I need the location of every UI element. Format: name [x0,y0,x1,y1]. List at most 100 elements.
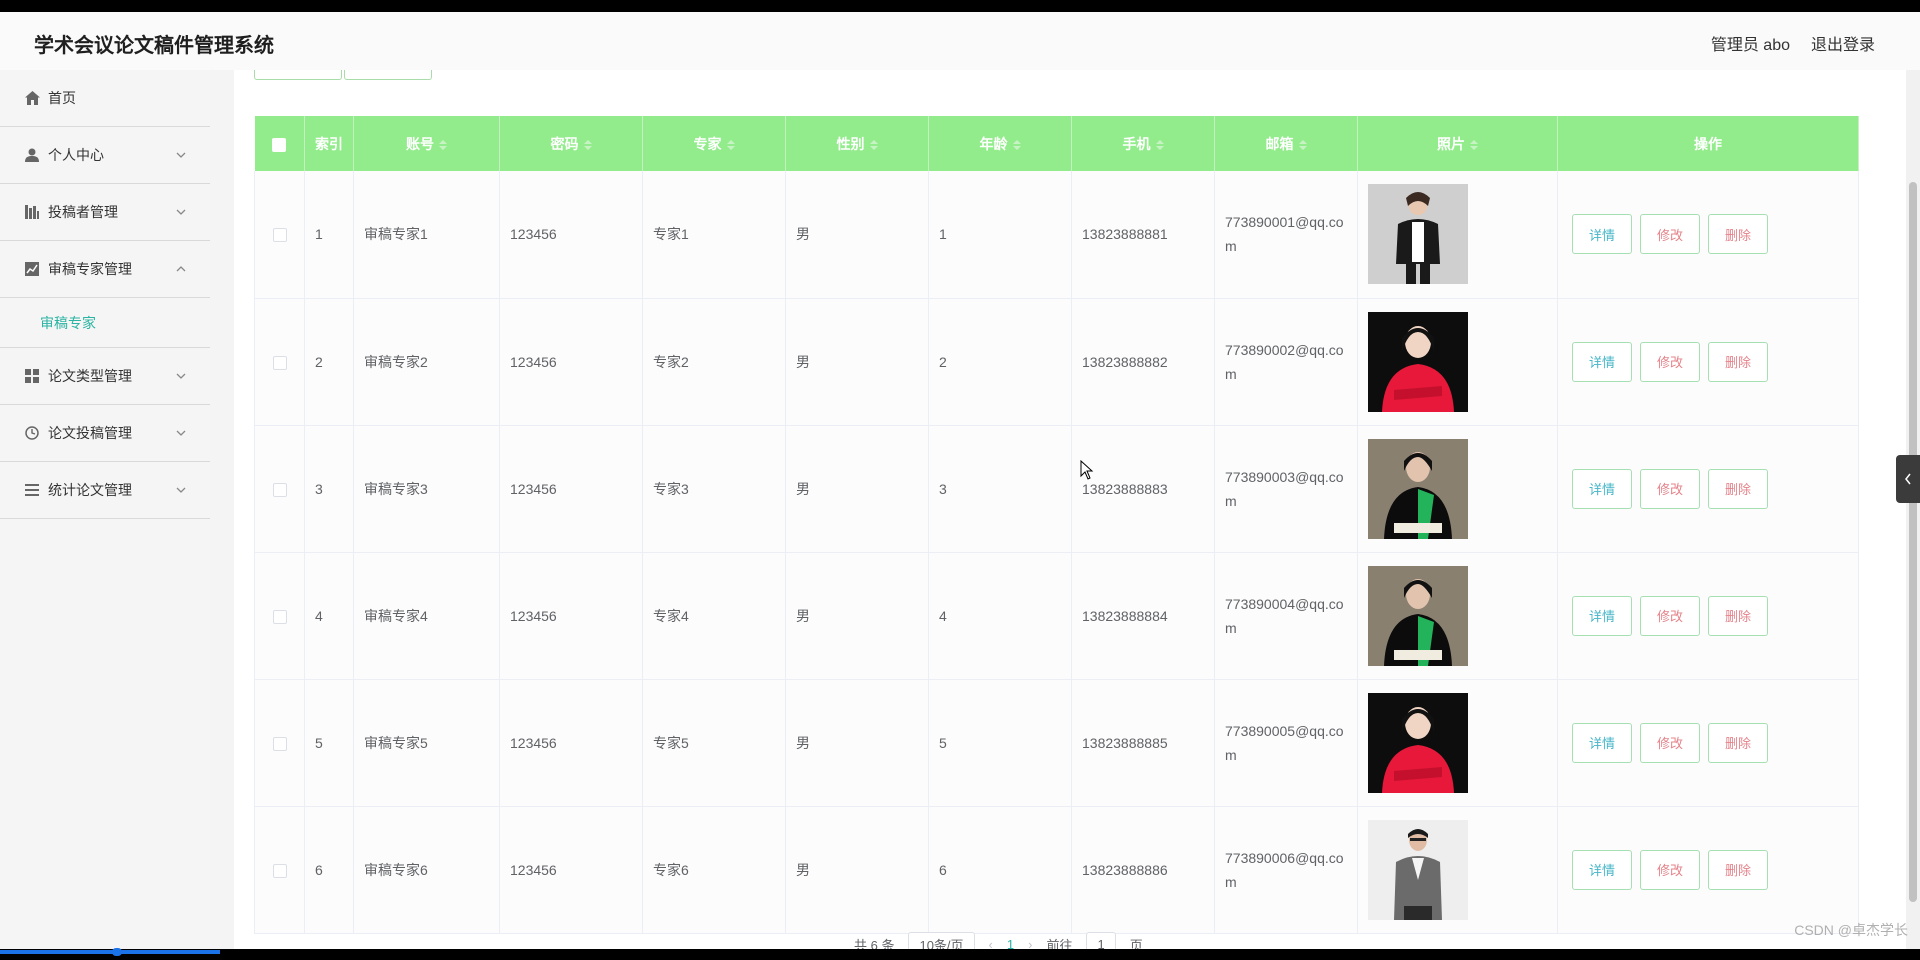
scrollbar-thumb[interactable] [1909,182,1917,902]
delete-button[interactable]: 删除 [1708,341,1768,382]
cell-gender: 男 [785,171,929,299]
column-header-expert[interactable]: 专家 [642,116,786,171]
column-header-gender[interactable]: 性别 [785,116,929,171]
sort-icon[interactable] [726,139,735,150]
cell-account: 审稿专家3 [353,425,500,553]
row-select-cell[interactable] [254,425,305,553]
edit-button[interactable]: 修改 [1640,214,1700,255]
cell-email: 773890005@qq.com [1214,679,1358,807]
select-all-header[interactable] [254,116,305,171]
delete-button[interactable]: 删除 [1708,214,1768,255]
goto-page-input[interactable]: 1 [1086,932,1116,949]
table-row: 5 审稿专家5 123456 专家5 男 5 13823888885 773890005@qq… [254,679,1859,807]
next-page-icon[interactable]: › [1028,937,1032,950]
detail-button[interactable]: 详情 [1572,849,1632,890]
row-checkbox[interactable] [272,863,287,878]
row-checkbox[interactable] [272,482,287,497]
sidebar-item-authors[interactable]: 投稿者管理 [0,184,210,241]
cell-index: 6 [304,806,354,934]
column-header-account[interactable]: 账号 [353,116,500,171]
taskbar-indicator [112,948,122,956]
column-header-password[interactable]: 密码 [499,116,643,171]
cell-expert: 专家5 [642,679,786,807]
user-icon [24,147,40,163]
cell-photo [1357,679,1558,807]
sort-icon[interactable] [1298,139,1307,150]
cell-actions: 详情 修改 删除 [1557,679,1859,807]
row-select-cell[interactable] [254,298,305,426]
detail-button[interactable]: 详情 [1572,595,1632,636]
edit-button[interactable]: 修改 [1640,468,1700,509]
expert-photo [1368,184,1468,285]
column-header-photo[interactable]: 照片 [1357,116,1558,171]
sidebar-item-personal[interactable]: 个人中心 [0,127,210,184]
cell-password: 123456 [499,806,643,934]
page-scrollbar[interactable] [1906,70,1920,949]
column-header-email[interactable]: 邮箱 [1214,116,1358,171]
toolbar-button[interactable] [344,70,432,80]
sort-icon[interactable] [1470,139,1478,150]
column-header-age[interactable]: 年龄 [928,116,1072,171]
sidebar-item-statistics[interactable]: 统计论文管理 [0,462,210,519]
sort-icon[interactable] [1155,139,1164,150]
cell-password: 123456 [499,298,643,426]
sidebar-item-home[interactable]: 首页 [0,70,210,127]
delete-button[interactable]: 删除 [1708,595,1768,636]
detail-button[interactable]: 详情 [1572,214,1632,255]
email-text: 773890002@qq.com [1225,341,1344,382]
row-checkbox[interactable] [272,609,287,624]
row-select-cell[interactable] [254,806,305,934]
sidebar-subitem-reviewer[interactable]: 审稿专家 [0,298,210,348]
sidebar-item-label: 首页 [48,90,76,106]
table-header-row: 索引 账号 密码 专家 性别 年龄 手机 邮箱 照片 操作 [254,116,1859,171]
row-checkbox[interactable] [272,228,287,243]
sort-icon[interactable] [869,139,878,150]
edit-button[interactable]: 修改 [1640,722,1700,763]
sidebar-item-reviewers[interactable]: 审稿专家管理 [0,241,210,298]
row-checkbox[interactable] [272,736,287,751]
sort-icon[interactable] [583,139,592,150]
detail-button[interactable]: 详情 [1572,468,1632,509]
cell-age: 3 [928,425,1072,553]
delete-button[interactable]: 删除 [1708,849,1768,890]
row-select-cell[interactable] [254,552,305,680]
row-checkbox[interactable] [272,355,287,370]
sort-icon[interactable] [1012,139,1021,150]
row-select-cell[interactable] [254,171,305,299]
edit-button[interactable]: 修改 [1640,595,1700,636]
email-text: 773890001@qq.com [1225,214,1344,255]
sidebar-item-submissions[interactable]: 论文投稿管理 [0,405,210,462]
sort-icon[interactable] [439,139,447,150]
sidebar-item-paper-types[interactable]: 论文类型管理 [0,348,210,405]
cell-actions: 详情 修改 删除 [1557,425,1859,553]
logout-link[interactable]: 退出登录 [1811,31,1875,55]
edit-button[interactable]: 修改 [1640,849,1700,890]
cell-expert: 专家1 [642,171,786,299]
app-window: 学术会议论文稿件管理系统 管理员 abo 退出登录 首页 个人中心 投稿者管理 [0,12,1920,949]
cell-account: 审稿专家2 [353,298,500,426]
detail-button[interactable]: 详情 [1572,341,1632,382]
list-icon [24,482,40,498]
table-row: 3 审稿专家3 123456 专家3 男 3 13823888883 773890003@qq… [254,425,1859,553]
expert-photo [1368,565,1468,666]
select-all-checkbox[interactable] [272,137,287,152]
cell-photo [1357,171,1558,299]
edit-button[interactable]: 修改 [1640,341,1700,382]
app-header: 学术会议论文稿件管理系统 管理员 abo 退出登录 [0,12,1920,70]
cell-index: 2 [304,298,354,426]
chevron-up-icon [176,266,186,272]
cell-email: 773890006@qq.com [1214,806,1358,934]
page-size-select[interactable]: 10条/页 [908,932,975,949]
column-header-phone[interactable]: 手机 [1071,116,1215,171]
toolbar-button[interactable] [254,70,342,80]
detail-button[interactable]: 详情 [1572,722,1632,763]
cell-index: 4 [304,552,354,680]
table-row: 4 审稿专家4 123456 专家4 男 4 13823888884 773890004@qq… [254,552,1859,680]
delete-button[interactable]: 删除 [1708,722,1768,763]
page-number[interactable]: 1 [1007,937,1014,950]
delete-button[interactable]: 删除 [1708,468,1768,509]
cell-phone: 13823888882 [1071,298,1215,426]
prev-page-icon[interactable]: ‹ [989,937,993,950]
row-select-cell[interactable] [254,679,305,807]
collapse-panel-button[interactable] [1896,455,1920,503]
